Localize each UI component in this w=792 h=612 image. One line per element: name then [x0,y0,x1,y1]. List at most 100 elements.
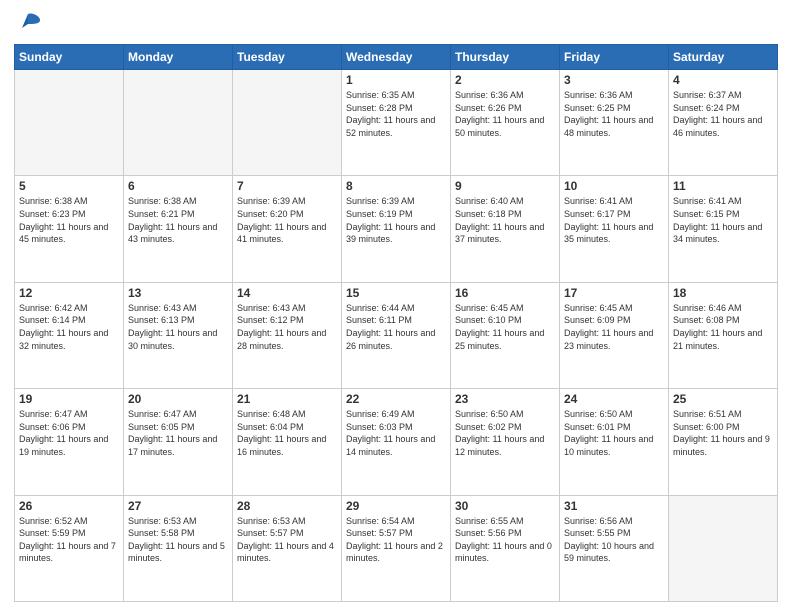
header-monday: Monday [124,45,233,70]
day-info: Sunrise: 6:43 AMSunset: 6:13 PMDaylight:… [128,302,228,352]
day-info: Sunrise: 6:45 AMSunset: 6:09 PMDaylight:… [564,302,664,352]
calendar-cell [15,70,124,176]
calendar-cell: 8 Sunrise: 6:39 AMSunset: 6:19 PMDaylight… [342,176,451,282]
header-saturday: Saturday [669,45,778,70]
calendar-cell: 30Sunrise: 6:55 AMSunset: 5:56 PMDayligh… [451,495,560,601]
day-info: Sunrise: 6:37 AMSunset: 6:24 PMDaylight:… [673,89,773,139]
day-number: 19 [19,392,119,406]
day-info: Sunrise: 6:43 AMSunset: 6:12 PMDaylight:… [237,302,337,352]
calendar-cell: 5 Sunrise: 6:38 AMSunset: 6:23 PMDaylight… [15,176,124,282]
day-info: Sunrise: 6:35 AMSunset: 6:28 PMDaylight:… [346,89,446,139]
day-number: 8 [346,179,446,193]
calendar-week-0: 1 Sunrise: 6:35 AMSunset: 6:28 PMDaylight… [15,70,778,176]
calendar-cell: 17 Sunrise: 6:45 AMSunset: 6:09 PMDayligh… [560,282,669,388]
calendar-cell: 1 Sunrise: 6:35 AMSunset: 6:28 PMDaylight… [342,70,451,176]
calendar-cell: 24 Sunrise: 6:50 AMSunset: 6:01 PMDayligh… [560,389,669,495]
day-info: Sunrise: 6:48 AMSunset: 6:04 PMDaylight:… [237,408,337,458]
day-number: 1 [346,73,446,87]
day-number: 27 [128,499,228,513]
day-number: 28 [237,499,337,513]
day-number: 11 [673,179,773,193]
calendar-cell: 9 Sunrise: 6:40 AMSunset: 6:18 PMDaylight… [451,176,560,282]
logo [14,10,44,38]
day-info: Sunrise: 6:53 AMSunset: 5:58 PMDaylight:… [128,515,228,565]
day-number: 3 [564,73,664,87]
day-info: Sunrise: 6:50 AMSunset: 6:01 PMDaylight:… [564,408,664,458]
day-number: 23 [455,392,555,406]
calendar-cell: 10 Sunrise: 6:41 AMSunset: 6:17 PMDayligh… [560,176,669,282]
day-info: Sunrise: 6:56 AMSunset: 5:55 PMDaylight:… [564,515,664,565]
day-number: 29 [346,499,446,513]
logo-icon [14,10,42,38]
day-info: Sunrise: 6:49 AMSunset: 6:03 PMDaylight:… [346,408,446,458]
calendar-week-1: 5 Sunrise: 6:38 AMSunset: 6:23 PMDaylight… [15,176,778,282]
day-number: 10 [564,179,664,193]
calendar-cell: 29 Sunrise: 6:54 AMSunset: 5:57 PMDayligh… [342,495,451,601]
calendar-cell: 2 Sunrise: 6:36 AMSunset: 6:26 PMDaylight… [451,70,560,176]
day-number: 6 [128,179,228,193]
calendar-cell: 23 Sunrise: 6:50 AMSunset: 6:02 PMDayligh… [451,389,560,495]
calendar-cell: 13 Sunrise: 6:43 AMSunset: 6:13 PMDayligh… [124,282,233,388]
calendar-cell: 21Sunrise: 6:48 AMSunset: 6:04 PMDayligh… [233,389,342,495]
calendar-week-2: 12Sunrise: 6:42 AMSunset: 6:14 PMDayligh… [15,282,778,388]
day-info: Sunrise: 6:45 AMSunset: 6:10 PMDaylight:… [455,302,555,352]
calendar-cell: 7 Sunrise: 6:39 AMSunset: 6:20 PMDaylight… [233,176,342,282]
day-info: Sunrise: 6:38 AMSunset: 6:23 PMDaylight:… [19,195,119,245]
day-number: 13 [128,286,228,300]
day-info: Sunrise: 6:53 AMSunset: 5:57 PMDaylight:… [237,515,337,565]
day-info: Sunrise: 6:47 AMSunset: 6:05 PMDaylight:… [128,408,228,458]
calendar-cell: 25 Sunrise: 6:51 AMSunset: 6:00 PMDayligh… [669,389,778,495]
header-friday: Friday [560,45,669,70]
day-number: 30 [455,499,555,513]
header [14,10,778,38]
calendar-cell: 20 Sunrise: 6:47 AMSunset: 6:05 PMDayligh… [124,389,233,495]
day-number: 22 [346,392,446,406]
calendar-cell [233,70,342,176]
weekday-row: Sunday Monday Tuesday Wednesday Thursday… [15,45,778,70]
day-number: 26 [19,499,119,513]
day-info: Sunrise: 6:46 AMSunset: 6:08 PMDaylight:… [673,302,773,352]
calendar-cell: 19 Sunrise: 6:47 AMSunset: 6:06 PMDayligh… [15,389,124,495]
calendar-cell: 14 Sunrise: 6:43 AMSunset: 6:12 PMDayligh… [233,282,342,388]
day-number: 18 [673,286,773,300]
calendar-week-4: 26 Sunrise: 6:52 AMSunset: 5:59 PMDayligh… [15,495,778,601]
calendar-cell [124,70,233,176]
day-info: Sunrise: 6:39 AMSunset: 6:20 PMDaylight:… [237,195,337,245]
calendar-cell: 22 Sunrise: 6:49 AMSunset: 6:03 PMDayligh… [342,389,451,495]
calendar-header: Sunday Monday Tuesday Wednesday Thursday… [15,45,778,70]
header-tuesday: Tuesday [233,45,342,70]
day-info: Sunrise: 6:36 AMSunset: 6:26 PMDaylight:… [455,89,555,139]
calendar-table: Sunday Monday Tuesday Wednesday Thursday… [14,44,778,602]
header-thursday: Thursday [451,45,560,70]
day-number: 9 [455,179,555,193]
calendar-cell: 31 Sunrise: 6:56 AMSunset: 5:55 PMDayligh… [560,495,669,601]
day-number: 31 [564,499,664,513]
day-number: 12 [19,286,119,300]
day-number: 4 [673,73,773,87]
day-number: 7 [237,179,337,193]
day-number: 24 [564,392,664,406]
day-number: 17 [564,286,664,300]
day-info: Sunrise: 6:52 AMSunset: 5:59 PMDaylight:… [19,515,119,565]
day-info: Sunrise: 6:47 AMSunset: 6:06 PMDaylight:… [19,408,119,458]
day-info: Sunrise: 6:41 AMSunset: 6:15 PMDaylight:… [673,195,773,245]
page: Sunday Monday Tuesday Wednesday Thursday… [0,0,792,612]
day-info: Sunrise: 6:39 AMSunset: 6:19 PMDaylight:… [346,195,446,245]
day-info: Sunrise: 6:41 AMSunset: 6:17 PMDaylight:… [564,195,664,245]
calendar-cell: 26 Sunrise: 6:52 AMSunset: 5:59 PMDayligh… [15,495,124,601]
day-number: 14 [237,286,337,300]
day-info: Sunrise: 6:40 AMSunset: 6:18 PMDaylight:… [455,195,555,245]
day-info: Sunrise: 6:44 AMSunset: 6:11 PMDaylight:… [346,302,446,352]
day-number: 16 [455,286,555,300]
day-info: Sunrise: 6:50 AMSunset: 6:02 PMDaylight:… [455,408,555,458]
calendar-cell: 18 Sunrise: 6:46 AMSunset: 6:08 PMDayligh… [669,282,778,388]
calendar-cell: 6Sunrise: 6:38 AMSunset: 6:21 PMDaylight… [124,176,233,282]
day-number: 2 [455,73,555,87]
day-info: Sunrise: 6:51 AMSunset: 6:00 PMDaylight:… [673,408,773,458]
day-number: 20 [128,392,228,406]
calendar-cell: 4 Sunrise: 6:37 AMSunset: 6:24 PMDaylight… [669,70,778,176]
calendar-cell: 3Sunrise: 6:36 AMSunset: 6:25 PMDaylight… [560,70,669,176]
day-number: 5 [19,179,119,193]
day-number: 25 [673,392,773,406]
day-info: Sunrise: 6:54 AMSunset: 5:57 PMDaylight:… [346,515,446,565]
